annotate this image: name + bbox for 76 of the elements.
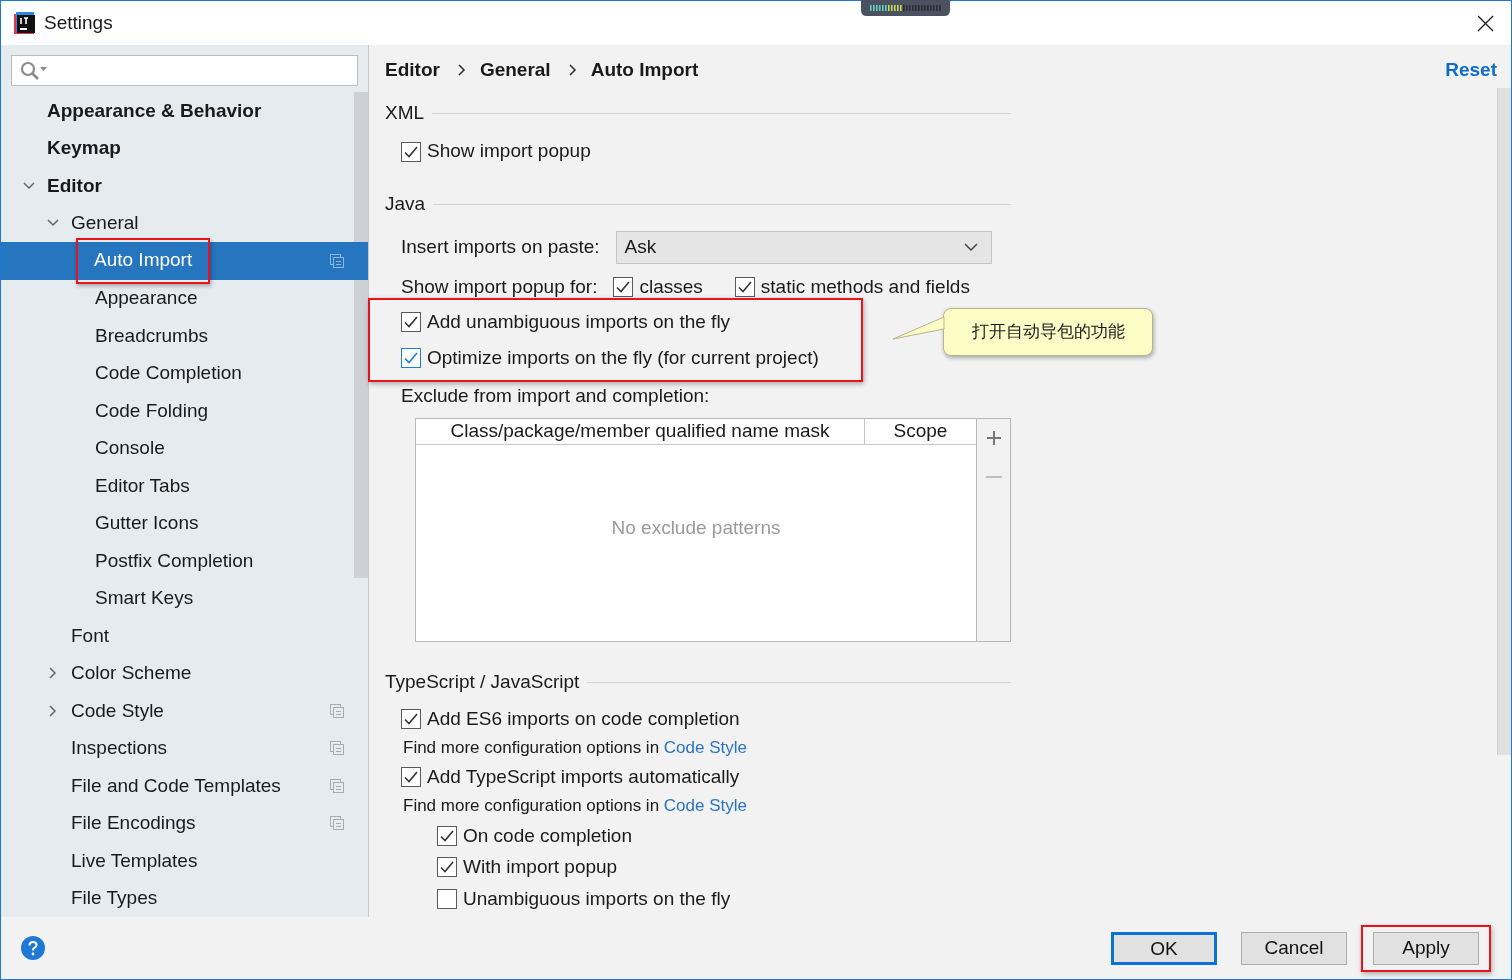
tree-item[interactable]: Code Folding	[1, 392, 368, 430]
tree-item[interactable]: File Types	[1, 879, 368, 917]
scrollbar[interactable]	[1497, 88, 1511, 755]
app-logo-icon	[13, 11, 36, 35]
tree-item[interactable]: Color Scheme	[1, 654, 368, 692]
checkbox-label: Add unambiguous imports on the fly	[427, 309, 731, 334]
tree-item[interactable]: Breadcrumbs	[1, 317, 368, 355]
dropdown[interactable]: Ask	[615, 230, 992, 264]
column-header[interactable]: Scope	[864, 419, 976, 444]
reset-link[interactable]: Reset	[1445, 55, 1497, 85]
callout-text: 打开自动导包的功能	[971, 321, 1125, 344]
tree-item[interactable]: Live Templates	[1, 842, 368, 880]
tree-item[interactable]: Inspections	[1, 729, 368, 767]
tree-item[interactable]: Editor Tabs	[1, 467, 368, 505]
checkbox-label: Optimize imports on the fly (for current project)	[427, 345, 819, 370]
checkbox[interactable]	[734, 277, 755, 297]
dialog-button[interactable]: Cancel	[1241, 931, 1347, 965]
close-icon	[1476, 14, 1495, 34]
field-label: Exclude from import and completion:	[401, 383, 710, 408]
field-label: Show import popup for:	[401, 274, 598, 299]
tree-item[interactable]: File Encodings	[1, 804, 368, 842]
code-style-link[interactable]: Code Style	[663, 738, 747, 757]
tree-item[interactable]: File and Code Templates	[1, 767, 368, 805]
chevron-icon	[566, 63, 577, 77]
checkbox-label: Add ES6 imports on code completion	[427, 706, 740, 731]
checkbox-label: On code completion	[463, 823, 632, 848]
add-icon	[985, 429, 1002, 446]
checkbox[interactable]	[401, 141, 421, 162]
checkbox-label: Show import popup	[427, 139, 591, 164]
checkbox[interactable]	[437, 857, 457, 878]
remove-icon	[985, 475, 1002, 478]
checkbox[interactable]	[613, 277, 634, 297]
section-title: TypeScript / JavaScript	[385, 669, 580, 694]
checkbox-label: Unambiguous imports on the fly	[463, 886, 731, 911]
checkbox-label: static methods and fields	[760, 274, 970, 299]
search-field[interactable]	[11, 55, 358, 86]
hint-text: Find more configuration options in Code Style	[402, 795, 748, 817]
checkbox[interactable]	[437, 825, 457, 846]
tree-item[interactable]: Appearance	[1, 279, 368, 317]
checkbox-label: With import popup	[463, 855, 618, 879]
checkbox[interactable]	[437, 888, 457, 909]
column-header[interactable]: Class/package/member qualified name mask	[416, 419, 864, 444]
checkbox[interactable]	[401, 767, 421, 787]
tree-item[interactable]: General	[1, 204, 368, 242]
add-button[interactable]	[985, 429, 1002, 446]
section-title: Java	[385, 191, 426, 216]
tree-item[interactable]: Appearance & Behavior	[1, 92, 368, 130]
checkbox[interactable]	[401, 312, 421, 332]
field-label: Insert imports on paste:	[401, 234, 600, 259]
tree-item[interactable]: Code Style	[1, 692, 368, 730]
tree-item[interactable]: Editor	[1, 167, 368, 205]
tree-item[interactable]: Keymap	[1, 129, 368, 167]
chevron-icon	[455, 63, 466, 77]
checkbox-label: classes	[639, 274, 703, 299]
dialog-button[interactable]: OK	[1111, 931, 1217, 965]
checkbox[interactable]	[401, 348, 421, 368]
dialog-button[interactable]: Apply	[1373, 931, 1479, 965]
empty-text: No exclude patterns	[610, 515, 782, 540]
help-icon	[21, 936, 45, 960]
tree-item[interactable]: Smart Keys	[1, 579, 368, 617]
breadcrumb-item[interactable]: General	[479, 55, 551, 85]
breadcrumb-item[interactable]: Editor	[385, 55, 440, 85]
tree-item[interactable]: Gutter Icons	[1, 504, 368, 542]
section-title: XML	[385, 100, 425, 125]
checkbox-label: Add TypeScript imports automatically	[427, 764, 740, 789]
window-title: Settings	[44, 10, 113, 35]
search-icon	[20, 60, 48, 81]
tree-item[interactable]: Console	[1, 429, 368, 467]
breadcrumb-item[interactable]: Auto Import	[590, 55, 699, 85]
checkbox[interactable]	[401, 709, 421, 729]
tree-item[interactable]: Font	[1, 617, 368, 655]
tree-item[interactable]: Postfix Completion	[1, 542, 368, 580]
scrollbar[interactable]	[354, 92, 368, 578]
hint-text: Find more configuration options in Code Style	[402, 737, 748, 759]
code-style-link[interactable]: Code Style	[663, 796, 747, 815]
tree-item[interactable]: Code Completion	[1, 354, 368, 392]
